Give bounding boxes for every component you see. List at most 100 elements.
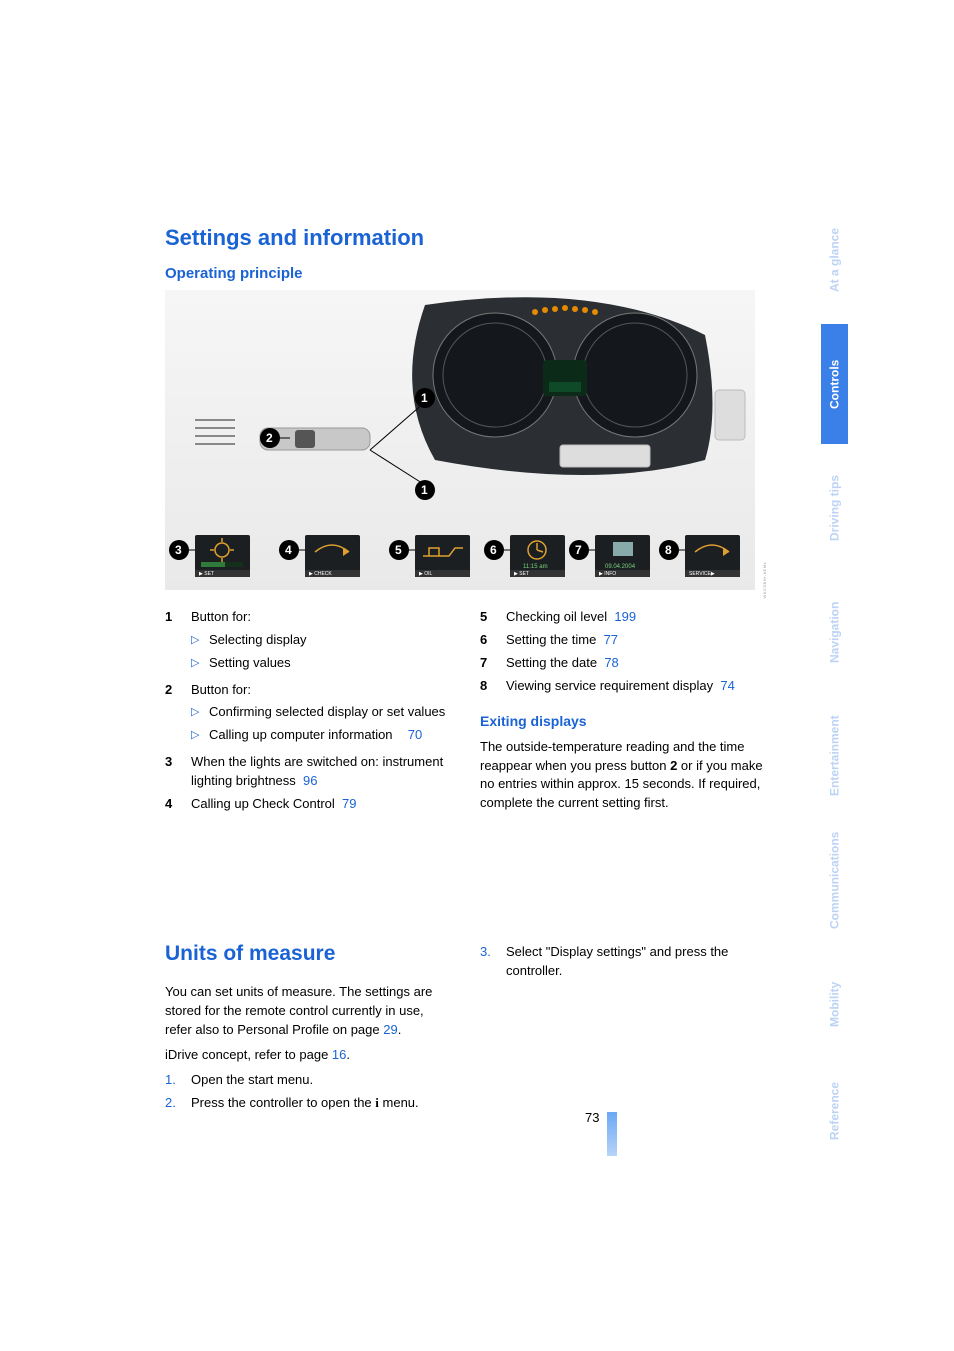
side-tab-communications[interactable]: Communications — [821, 820, 848, 940]
side-tab-mobility[interactable]: Mobility — [821, 944, 848, 1064]
units-p2-post: . — [346, 1047, 350, 1062]
step-2-post: menu. — [379, 1095, 419, 1110]
units-right-column: 3. Select "Display settings" and press t… — [480, 939, 765, 1117]
callout-subtext: Calling up computer information — [209, 726, 393, 745]
side-tab-driving-tips[interactable]: Driving tips — [821, 448, 848, 568]
page-ref-29[interactable]: 29 — [383, 1022, 397, 1037]
svg-text:09.04.2004: 09.04.2004 — [605, 564, 636, 570]
step-1-num: 1. — [165, 1071, 181, 1090]
callout-body: Setting the time 77 — [506, 631, 765, 650]
page-ref[interactable]: 70 — [401, 726, 423, 745]
svg-text:▶ SET: ▶ SET — [199, 571, 214, 577]
units-p2-pre: iDrive concept, refer to page — [165, 1047, 332, 1062]
side-tab-controls[interactable]: Controls — [821, 324, 848, 444]
left-callout-list: 1 Button for: ▷ Selecting display ▷ Setting v… — [165, 608, 450, 814]
callout-text: Calling up Check Control — [191, 796, 335, 811]
page-ref[interactable]: 79 — [342, 796, 356, 811]
exiting-displays-paragraph: The outside-temperature reading and the … — [480, 738, 765, 813]
page-ref-16[interactable]: 16 — [332, 1047, 346, 1062]
svg-text:5: 5 — [395, 543, 402, 557]
callout-subitem: ▷Calling up computer information 70 — [191, 726, 450, 745]
svg-text:4: 4 — [285, 543, 292, 557]
svg-text:1: 1 — [421, 483, 428, 497]
callout-body: Viewing service requirement display 74 — [506, 677, 765, 696]
svg-text:1: 1 — [421, 391, 428, 405]
callout-subtext: Confirming selected display or set value… — [209, 703, 445, 722]
callout-text: Checking oil level — [506, 609, 607, 624]
svg-text:8: 8 — [665, 543, 672, 557]
units-steps-right: 3. Select "Display settings" and press t… — [480, 943, 765, 981]
right-callout-list: 5Checking oil level 199 6Setting the time… — [480, 608, 765, 695]
svg-text:SERVICE▶: SERVICE▶ — [689, 571, 715, 577]
side-tab-navigation[interactable]: Navigation — [821, 572, 848, 692]
callout-body: Button for: ▷ Confirming selected display … — [191, 681, 450, 750]
heading-operating-principle: Operating principle — [165, 265, 765, 282]
step-3-text: Select "Display settings" and press the … — [506, 943, 765, 981]
callout-text: Setting the date — [506, 655, 597, 670]
side-tab-reference[interactable]: Reference — [821, 1068, 848, 1153]
page-ref[interactable]: 199 — [614, 609, 636, 624]
triangle-bullet-icon: ▷ — [191, 654, 201, 673]
callout-sublist: ▷ Selecting display ▷ Setting values — [191, 631, 450, 673]
callout-item: 6Setting the time 77 — [480, 631, 765, 650]
callout-item: 2 Button for: ▷ Confirming selected display… — [165, 681, 450, 750]
callout-right-column: 5Checking oil level 199 6Setting the time… — [480, 608, 765, 819]
callout-left-column: 1 Button for: ▷ Selecting display ▷ Setting v… — [165, 608, 450, 819]
svg-text:▶ SET: ▶ SET — [514, 571, 529, 577]
heading-units-of-measure: Units of measure — [165, 939, 450, 969]
side-tab-entertainment[interactable]: Entertainment — [821, 696, 848, 816]
step-2-num: 2. — [165, 1094, 181, 1113]
svg-text:6: 6 — [490, 543, 497, 557]
callout-number: 2 — [165, 681, 179, 750]
page-ref[interactable]: 77 — [604, 632, 618, 647]
callout-item: 8 Viewing service requirement display 74 — [480, 677, 765, 696]
callout-item: 3 When the lights are switched on: instru… — [165, 753, 450, 791]
callout-sublist: ▷ Confirming selected display or set valu… — [191, 703, 450, 745]
heading-exiting-displays: Exiting displays — [480, 711, 765, 731]
callout-text: Button for: — [191, 609, 251, 624]
callout-number: 4 — [165, 795, 179, 814]
units-para-2: iDrive concept, refer to page 16. — [165, 1046, 450, 1065]
page-ref[interactable]: 74 — [720, 678, 734, 693]
callout-text: Viewing service requirement display — [506, 678, 713, 693]
units-left-column: Units of measure You can set units of me… — [165, 939, 450, 1117]
svg-text:11:15 am: 11:15 am — [523, 564, 548, 570]
step-3-num: 3. — [480, 943, 496, 981]
callout-body: Setting the date 78 — [506, 654, 765, 673]
svg-text:2: 2 — [266, 431, 273, 445]
figure-instrument-cluster: 1 2 1 — [165, 290, 755, 590]
step-2-body: Press the controller to open the i menu. — [191, 1094, 419, 1113]
callout-subitem: ▷ Setting values — [191, 654, 450, 673]
side-tabs: At a glance Controls Driving tips Navigatio… — [821, 200, 848, 1153]
callout-item: 5Checking oil level 199 — [480, 608, 765, 627]
svg-text:7: 7 — [575, 543, 582, 557]
callout-subitem: ▷ Confirming selected display or set valu… — [191, 703, 450, 722]
callout-body: Button for: ▷ Selecting display ▷ Setting va… — [191, 608, 450, 677]
callout-item: 1Button for:▷Selecting display▷Setting v… — [165, 608, 450, 677]
svg-text:▶ CHECK: ▶ CHECK — [309, 571, 332, 577]
step-1-text: Open the start menu. — [191, 1071, 313, 1090]
content-area: Settings and information Operating princ… — [165, 225, 765, 1117]
callout-number: 1 — [165, 608, 179, 677]
side-tab-at-a-glance[interactable]: At a glance — [821, 200, 848, 320]
callout-body: When the lights are switched on: instrum… — [191, 753, 450, 791]
svg-text:▶ OIL: ▶ OIL — [419, 571, 433, 577]
figure-svg: 1 2 1 — [165, 290, 755, 590]
callout-text: Button for: — [191, 682, 251, 697]
heading-settings-and-information: Settings and information — [165, 225, 765, 251]
page-ref[interactable]: 78 — [604, 655, 618, 670]
step-3: 3. Select "Display settings" and press t… — [480, 943, 765, 981]
triangle-bullet-icon: ▷ — [191, 703, 201, 722]
step-1: 1. Open the start menu. — [165, 1071, 450, 1090]
callout-number: 3 — [165, 753, 179, 791]
callout-number: 8 — [480, 677, 494, 696]
callout-number: 7 — [480, 654, 494, 673]
image-side-code: WKCSBHr-bEMs — [762, 562, 767, 598]
page-ref[interactable]: 96 — [303, 773, 317, 788]
svg-text:3: 3 — [175, 543, 182, 557]
page: Settings and information Operating princ… — [0, 0, 954, 1351]
callout-subtext: Selecting display — [209, 631, 307, 650]
callout-subtext: Setting values — [209, 654, 291, 673]
units-of-measure-section: Units of measure You can set units of me… — [165, 939, 765, 1117]
svg-text:▶ INFO: ▶ INFO — [599, 571, 616, 577]
